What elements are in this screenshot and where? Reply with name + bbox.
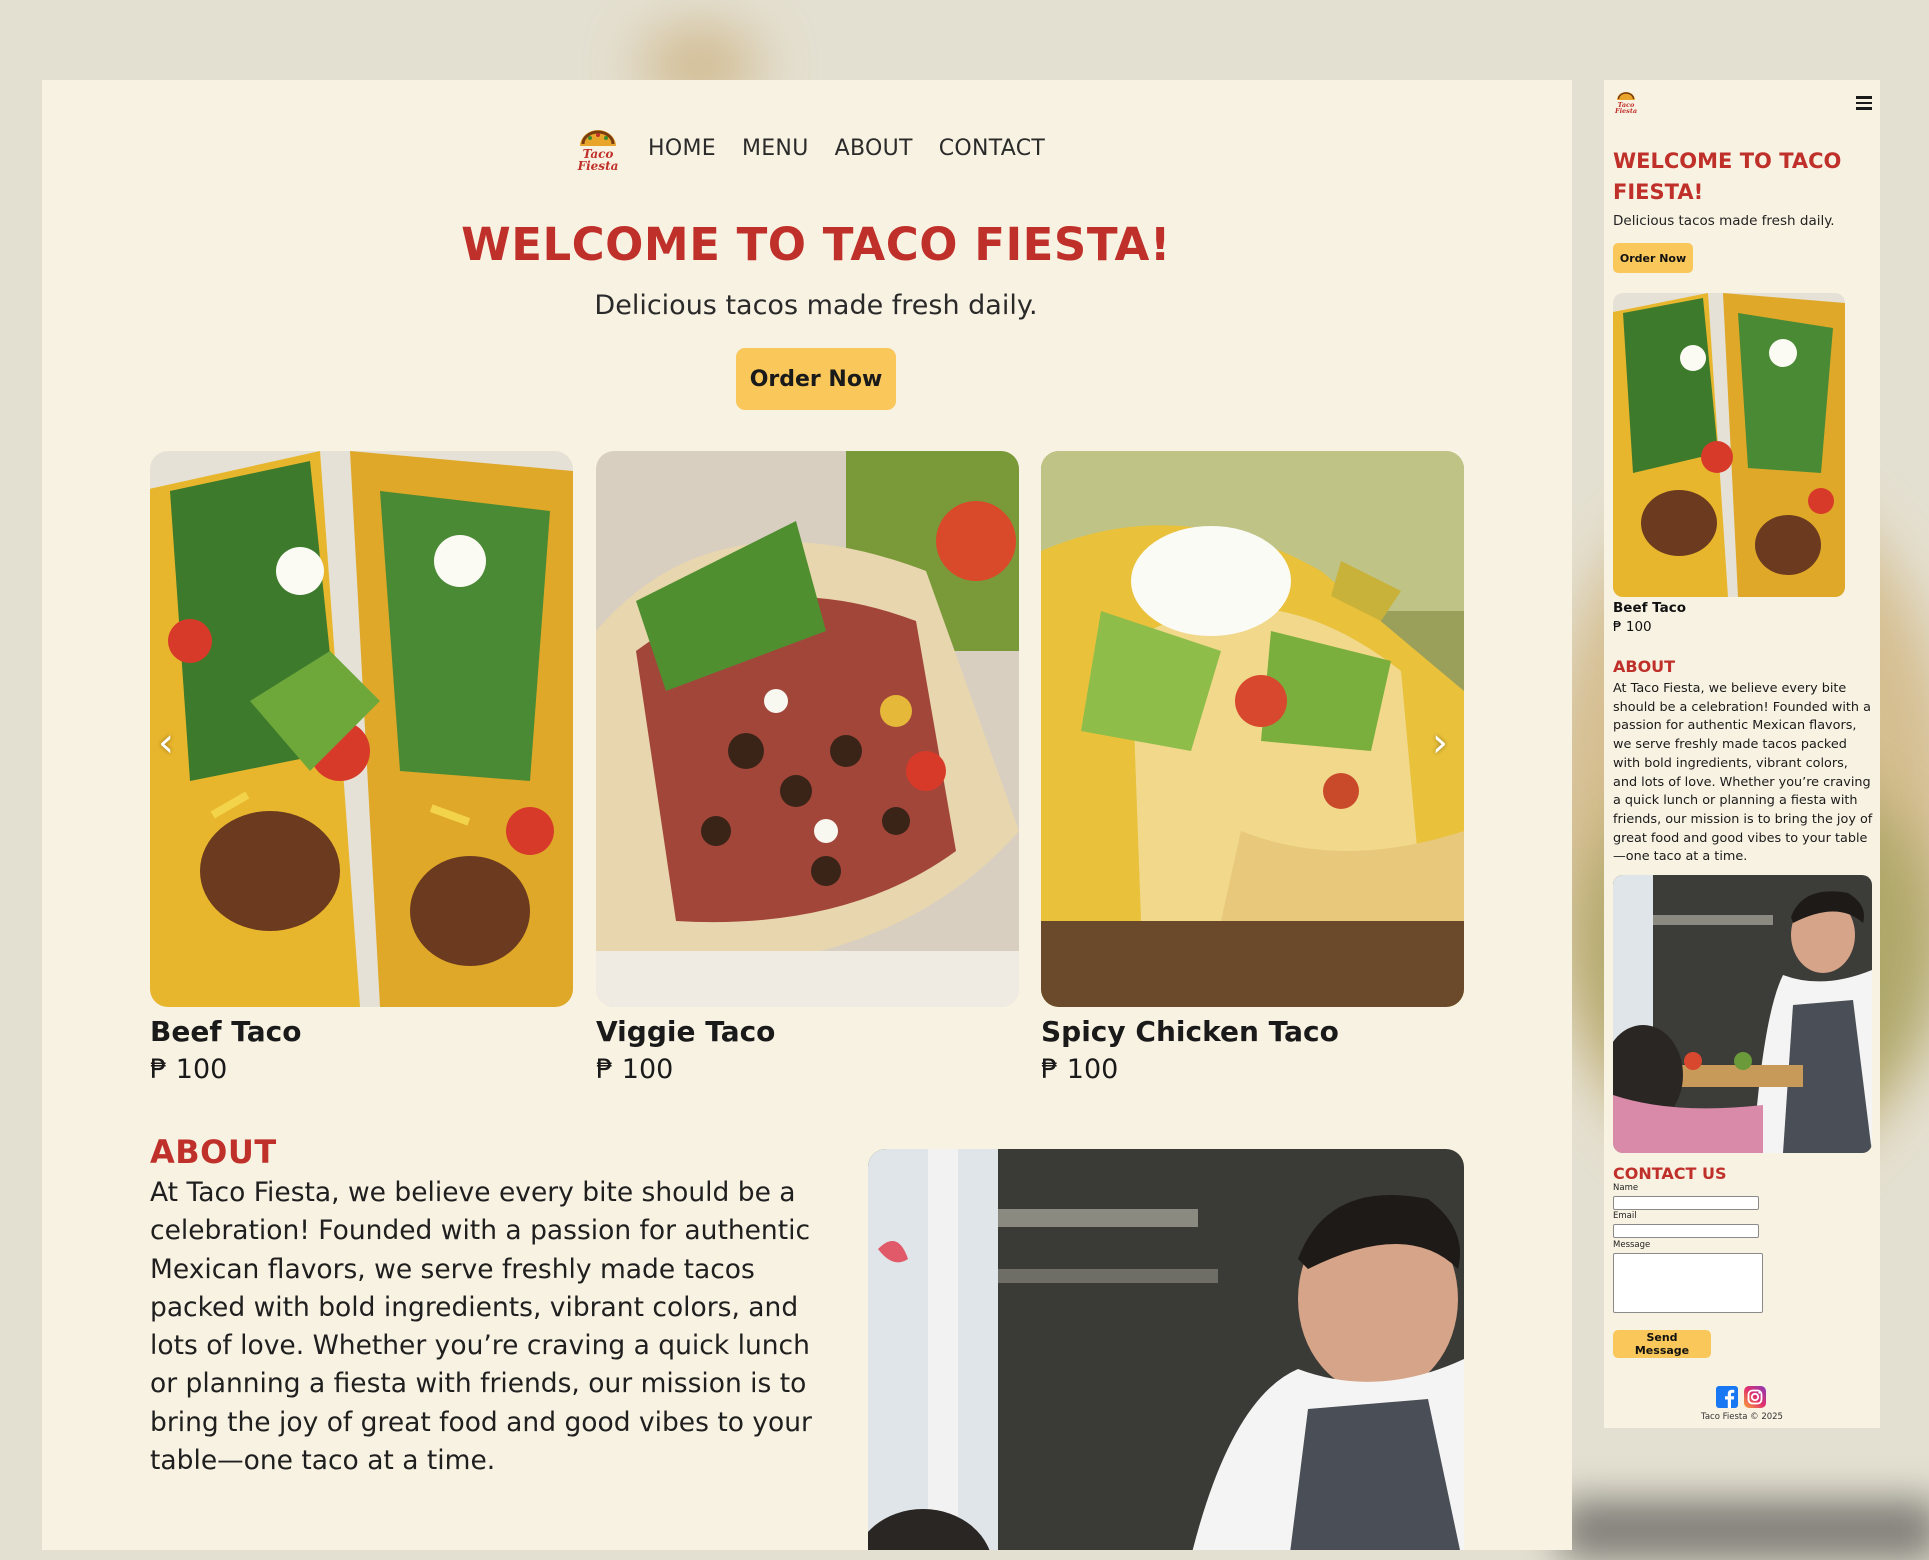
contact-heading: CONTACT US xyxy=(1613,1164,1727,1183)
about-text: At Taco Fiesta, we believe every bite sh… xyxy=(150,1177,812,1477)
menu-card-beef[interactable]: Beef Taco ₱ 100 xyxy=(150,451,573,1085)
menu-item-price: ₱ 100 xyxy=(1041,1054,1119,1085)
main-nav: Taco Fiesta HOME MENU ABOUT CONTACT xyxy=(574,122,1045,174)
footer-copyright: Taco Fiesta © 2025 xyxy=(1701,1412,1783,1422)
hero-subtitle: Delicious tacos made fresh daily. xyxy=(1613,213,1835,229)
backdrop-shadow xyxy=(1560,1500,1929,1560)
social-links xyxy=(1716,1386,1766,1408)
menu-item-name: Beef Taco xyxy=(1613,600,1687,616)
name-label: Name xyxy=(1613,1183,1639,1193)
menu-item-name: Beef Taco xyxy=(150,1015,302,1048)
menu-item-name: Viggie Taco xyxy=(596,1015,776,1048)
chef-photo xyxy=(868,1149,1464,1550)
nav-contact[interactable]: CONTACT xyxy=(939,136,1045,161)
order-now-button[interactable]: Order Now xyxy=(1613,243,1693,273)
viggie-taco-photo xyxy=(596,451,1019,1007)
hero-title: WELCOME TO TACO FIESTA! xyxy=(1613,149,1842,204)
email-field[interactable] xyxy=(1613,1224,1759,1238)
taco-fiesta-logo[interactable]: Taco Fiesta xyxy=(1614,88,1638,114)
menu-item-price: ₱ 100 xyxy=(596,1054,674,1085)
about-heading: ABOUT xyxy=(1613,657,1676,676)
email-label: Email xyxy=(1613,1211,1637,1221)
about-text: At Taco Fiesta, we believe every bite sh… xyxy=(1613,681,1873,865)
hamburger-menu-icon[interactable] xyxy=(1856,96,1872,113)
menu-card-spicy-chicken[interactable]: Spicy Chicken Taco ₱ 100 xyxy=(1041,451,1464,1085)
nav-home[interactable]: HOME xyxy=(648,136,716,161)
taco-fiesta-logo[interactable]: Taco Fiesta xyxy=(574,122,622,174)
svg-text:Fiesta: Fiesta xyxy=(577,159,619,173)
message-label: Message xyxy=(1613,1240,1651,1250)
nav-about[interactable]: ABOUT xyxy=(835,136,913,161)
chevron-left-icon[interactable]: ‹ xyxy=(158,720,174,766)
chef-photo xyxy=(1613,875,1872,1153)
send-message-button[interactable]: Send Message xyxy=(1613,1330,1711,1358)
hero-title: WELCOME TO TACO FIESTA! xyxy=(461,218,1171,271)
instagram-icon[interactable] xyxy=(1744,1386,1766,1408)
nav-menu[interactable]: MENU xyxy=(742,136,809,161)
order-now-button[interactable]: Order Now xyxy=(736,348,896,410)
beef-taco-photo xyxy=(150,451,573,1007)
desktop-preview: Taco Fiesta HOME MENU ABOUT CONTACT WELC… xyxy=(42,80,1572,1550)
message-field[interactable] xyxy=(1613,1253,1763,1313)
menu-item-price: ₱ 100 xyxy=(150,1054,228,1085)
name-field[interactable] xyxy=(1613,1196,1759,1210)
spicy-chicken-taco-photo xyxy=(1041,451,1464,1007)
menu-card-viggie[interactable]: Viggie Taco ₱ 100 xyxy=(596,451,1019,1085)
chevron-right-icon[interactable]: › xyxy=(1432,720,1448,766)
facebook-icon[interactable] xyxy=(1716,1386,1738,1408)
menu-item-name: Spicy Chicken Taco xyxy=(1041,1015,1339,1048)
about-heading: ABOUT xyxy=(150,1133,277,1171)
hero-subtitle: Delicious tacos made fresh daily. xyxy=(594,290,1038,321)
svg-text:Fiesta: Fiesta xyxy=(1614,107,1637,114)
beef-taco-photo xyxy=(1613,293,1845,597)
mobile-preview: Taco Fiesta WELCOME TO TACO FIESTA! Deli… xyxy=(1604,80,1880,1428)
menu-item-price: ₱ 100 xyxy=(1613,619,1652,635)
